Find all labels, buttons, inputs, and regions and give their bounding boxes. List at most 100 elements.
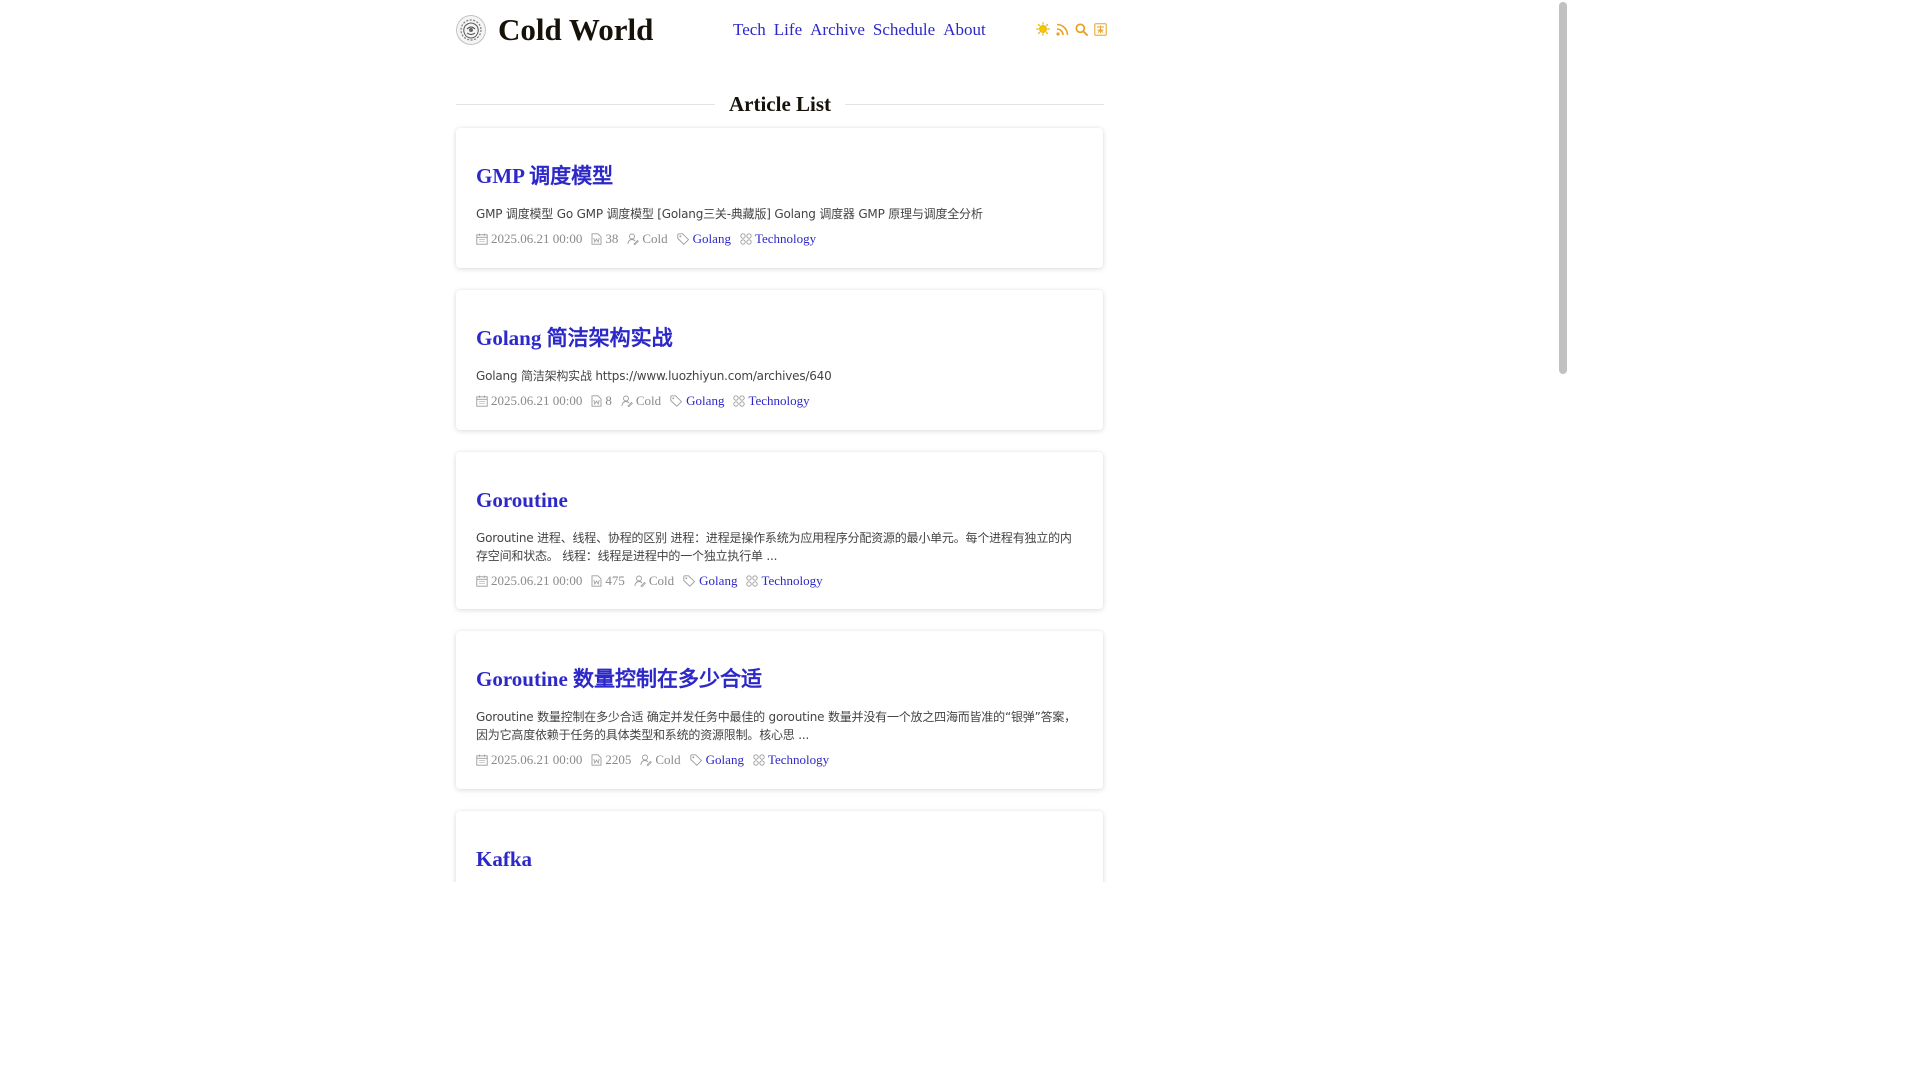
translate-icon [1093, 22, 1107, 36]
nav-item-tech[interactable]: Tech [733, 18, 766, 42]
article-meta: 2025.06.21 00:00 475 Cold Golang Technol… [476, 572, 1083, 590]
article-tag-link[interactable]: Golang [693, 230, 731, 248]
author-icon [634, 575, 646, 587]
translate-button[interactable] [1093, 21, 1107, 37]
meta-date: 2025.06.21 00:00 [476, 392, 582, 410]
article-title[interactable]: Goroutine 数量控制在多少合适 [476, 664, 1083, 694]
scrollbar[interactable] [1556, 0, 1568, 882]
article-list-heading: Article List [456, 88, 1105, 120]
calendar-icon [476, 395, 488, 407]
search-icon [1074, 22, 1088, 36]
author-icon [640, 754, 653, 766]
article-date: 2025.06.21 00:00 [491, 573, 583, 588]
article-author: Cold [655, 752, 681, 767]
article-author: Cold [642, 231, 668, 246]
author-icon [621, 395, 633, 407]
heading-divider-right [845, 103, 1105, 105]
article-date: 2025.06.21 00:00 [491, 393, 583, 408]
search-button[interactable] [1074, 21, 1088, 37]
meta-category: Technology [740, 230, 816, 248]
tag-icon [677, 233, 689, 245]
meta-date: 2025.06.21 00:00 [476, 751, 582, 769]
calendar-icon [476, 575, 488, 587]
article-category-link[interactable]: Technology [761, 572, 822, 590]
article-meta: 2025.06.21 00:00 2205 Cold Golang Techno… [476, 751, 1083, 769]
article-meta: 2025.06.21 00:00 38 Cold Golang Technolo… [476, 230, 1083, 248]
tag-icon [683, 575, 696, 587]
tag-icon [670, 395, 683, 407]
article-tag-link[interactable]: Golang [686, 392, 724, 410]
category-icon [733, 395, 746, 407]
calendar-icon [476, 754, 488, 766]
site-logo[interactable] [456, 15, 486, 45]
meta-category: Technology [753, 751, 829, 769]
meta-words: 2205 [591, 751, 631, 769]
sun-icon [1036, 22, 1050, 36]
article-word-count: 475 [605, 573, 625, 588]
meta-words: 475 [591, 572, 625, 590]
meta-category: Technology [746, 572, 823, 590]
heading-divider-left [456, 103, 715, 105]
meta-author: Cold [621, 392, 661, 410]
article-date: 2025.06.21 00:00 [491, 752, 583, 767]
article-word-count: 2205 [605, 752, 632, 767]
main-nav: Tech Life Archive Schedule About [733, 18, 986, 42]
meta-author: Cold [640, 751, 681, 769]
meta-author: Cold [634, 572, 674, 590]
article-summary: Golang 简洁架构实战 https://www.luozhiyun.com/… [476, 369, 832, 383]
meta-tag: Golang [690, 751, 744, 769]
article-card: Goroutine 数量控制在多少合适 Goroutine 数量控制在多少合适 … [456, 631, 1103, 789]
nav-item-archive[interactable]: Archive [810, 18, 865, 42]
article-tag-link[interactable]: Golang [699, 572, 737, 590]
article-title[interactable]: Kafka [476, 844, 1083, 874]
meta-tag: Golang [677, 230, 731, 248]
article-category-link[interactable]: Technology [748, 392, 809, 410]
article-card: GMP 调度模型 GMP 调度模型 Go GMP 调度模型 [Golang三关-… [456, 128, 1103, 268]
rss-button[interactable] [1055, 21, 1069, 37]
article-category-link[interactable]: Technology [755, 230, 816, 248]
article-title[interactable]: GMP 调度模型 [476, 161, 1083, 191]
site-title[interactable]: Cold World [498, 10, 653, 50]
article-title[interactable]: Goroutine [476, 485, 1083, 515]
nav-item-about[interactable]: About [943, 18, 986, 42]
article-card: Kafka [456, 811, 1103, 882]
word-count-icon [591, 395, 602, 407]
header-icons [1036, 21, 1107, 37]
theme-toggle-button[interactable] [1036, 21, 1050, 37]
site-header: Cold World Tech Life Archive Schedule Ab… [456, 0, 1107, 60]
calendar-icon [476, 233, 488, 245]
article-word-count: 38 [605, 231, 619, 246]
meta-tag: Golang [683, 572, 737, 590]
article-author: Cold [635, 393, 662, 408]
author-icon [627, 233, 640, 245]
word-count-icon [591, 575, 602, 587]
section-title: Article List [728, 92, 832, 116]
article-tag-link[interactable]: Golang [706, 751, 744, 769]
article-meta: 2025.06.21 00:00 8 Cold Golang Technolog… [476, 392, 1083, 410]
nav-item-life[interactable]: Life [774, 18, 802, 42]
meta-author: Cold [627, 230, 668, 248]
meta-date: 2025.06.21 00:00 [476, 230, 582, 248]
article-category-link[interactable]: Technology [768, 751, 829, 769]
meta-date: 2025.06.21 00:00 [476, 572, 582, 590]
scrollbar-thumb[interactable] [1559, 2, 1567, 374]
category-icon [746, 575, 759, 587]
word-count-icon [591, 754, 602, 766]
article-card: Golang 简洁架构实战 Golang 简洁架构实战 https://www.… [456, 290, 1103, 430]
tag-icon [690, 754, 702, 766]
word-count-icon [591, 233, 602, 245]
meta-tag: Golang [670, 392, 724, 410]
article-summary: Goroutine 进程、线程、协程的区别 进程：进程是操作系统为应用程序分配资… [476, 531, 1072, 563]
nav-item-schedule[interactable]: Schedule [873, 18, 935, 42]
meta-words: 8 [591, 392, 612, 410]
article-card: Goroutine Goroutine 进程、线程、协程的区别 进程：进程是操作… [456, 452, 1103, 609]
page: Cold World Tech Life Archive Schedule Ab… [0, 0, 1568, 882]
article-summary: GMP 调度模型 Go GMP 调度模型 [Golang三关-典藏版] Gola… [476, 207, 983, 221]
rss-icon [1055, 23, 1068, 36]
meta-words: 38 [591, 230, 618, 248]
article-date: 2025.06.21 00:00 [491, 231, 583, 246]
article-title[interactable]: Golang 简洁架构实战 [476, 323, 1083, 353]
category-icon [740, 233, 752, 245]
article-summary: Goroutine 数量控制在多少合适 确定并发任务中最佳的 goroutine… [476, 710, 1076, 742]
logo-icon [456, 15, 486, 45]
